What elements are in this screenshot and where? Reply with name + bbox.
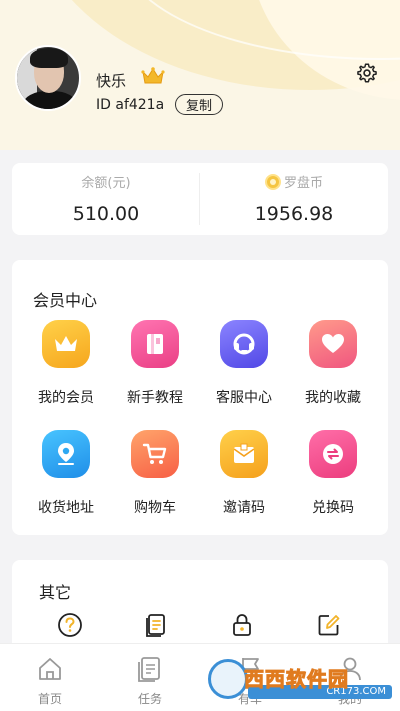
menu-item-shipping-address[interactable]: 收货地址: [26, 430, 106, 517]
crown-icon: [42, 320, 90, 368]
coin-icon: [264, 174, 281, 190]
menu-item-label: 兑换码: [312, 500, 354, 516]
watermark-text: 西西软件园: [244, 667, 349, 692]
balance-card: 余额(元) 510.00 罗盘币 1956.98: [12, 163, 388, 235]
menu-item-label: 新手教程: [127, 390, 183, 406]
coin-label: 罗盘币: [283, 176, 323, 191]
menu-item-label: 客服中心: [216, 390, 272, 406]
heart-icon: [309, 320, 357, 368]
menu-item-favorites[interactable]: 我的收藏: [293, 320, 373, 407]
envelope-icon: [220, 430, 268, 478]
copy-id-button[interactable]: 复制: [175, 94, 223, 115]
document-icon[interactable]: [143, 612, 169, 638]
gear-icon[interactable]: [356, 62, 378, 84]
member-center-title: 会员中心: [33, 291, 98, 310]
menu-item-cart[interactable]: 购物车: [115, 430, 195, 517]
avatar[interactable]: [15, 45, 81, 111]
menu-item-invite-code[interactable]: 邀请码: [204, 430, 284, 517]
coin-label-wrap: 罗盘币: [200, 172, 388, 191]
home-icon: [39, 658, 61, 680]
lock-icon[interactable]: [229, 612, 255, 638]
cart-icon: [131, 430, 179, 478]
question-icon[interactable]: [57, 612, 83, 638]
menu-item-my-membership[interactable]: 我的会员: [26, 320, 106, 407]
exchange-icon: [309, 430, 357, 478]
menu-item-label: 邀请码: [223, 500, 265, 516]
menu-item-label: 购物车: [134, 500, 176, 516]
tab-home[interactable]: 首页: [0, 644, 100, 711]
watermark-logo: CR173.COM 西西软件园: [208, 655, 398, 701]
task-icon: [138, 657, 160, 682]
member-center-card: 会员中心 我的会员 新手教程 客服中心 我的收藏 收货地址 购物车 邀请码 兑换…: [12, 260, 388, 535]
coin-value[interactable]: 1956.98: [200, 203, 388, 225]
other-title: 其它: [39, 583, 72, 602]
menu-item-label: 我的会员: [38, 390, 94, 406]
username: 快乐: [96, 72, 127, 90]
menu-item-label: 收货地址: [38, 500, 94, 516]
menu-item-redeem-code[interactable]: 兑换码: [293, 430, 373, 517]
tab-label: 首页: [37, 692, 62, 706]
user-id: ID af421a: [96, 97, 165, 113]
book-icon: [131, 320, 179, 368]
location-icon: [42, 430, 90, 478]
menu-item-label: 我的收藏: [305, 390, 361, 406]
balance-value[interactable]: 510.00: [12, 203, 200, 225]
menu-item-customer-service[interactable]: 客服中心: [204, 320, 284, 407]
edit-icon[interactable]: [316, 612, 342, 638]
tab-label: 任务: [137, 692, 162, 706]
menu-item-tutorial[interactable]: 新手教程: [115, 320, 195, 407]
headset-icon: [220, 320, 268, 368]
balance-label: 余额(元): [81, 176, 131, 191]
tab-tasks[interactable]: 任务: [100, 644, 200, 711]
vip-crown-icon: [141, 67, 165, 84]
